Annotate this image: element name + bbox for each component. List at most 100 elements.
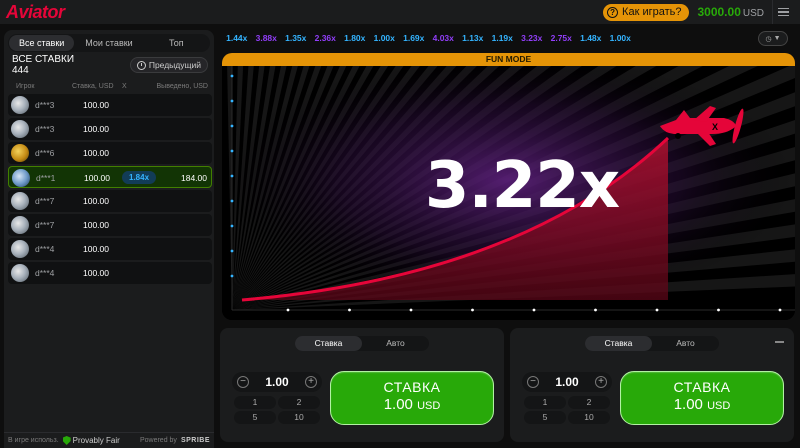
col-player: Игрок (16, 83, 35, 90)
bet-amount-stepper[interactable]: − 1.00 + (232, 372, 322, 392)
svg-text:X: X (712, 122, 718, 132)
player-name: d***4 (35, 268, 55, 278)
table-row: d***4 100.00 (8, 262, 212, 284)
game-canvas: FUN MODE X 3.22x (222, 53, 795, 320)
y-axis-dot (230, 274, 234, 278)
provably-fair-link[interactable]: Provably Fair (62, 436, 120, 445)
history-multiplier[interactable]: 4.03x (429, 33, 459, 43)
history-multiplier[interactable]: 1.35x (281, 33, 311, 43)
bet-panel-1: Ставка Авто − 1.00 + 1 2 5 10 СТАВКА 1.0… (220, 328, 504, 442)
quick-amount-10[interactable]: 10 (568, 411, 610, 424)
history-dropdown-button[interactable]: ◷ ▼ (758, 31, 788, 46)
all-bets-count: 444 (12, 65, 29, 76)
x-axis-dot (348, 308, 351, 312)
bet-amount: 100.00 (83, 100, 109, 110)
x-axis-dot (778, 308, 782, 312)
quick-amount-5[interactable]: 5 (524, 411, 566, 424)
all-bets-header: ВСЕ СТАВКИ 444 (12, 54, 74, 76)
tab-auto[interactable]: Авто (652, 336, 719, 351)
bet-amount: 100.00 (83, 244, 109, 254)
y-axis-dot (230, 224, 234, 228)
bet-mode-toggle: Ставка Авто (295, 336, 429, 351)
table-row: d***6 100.00 (8, 142, 212, 164)
increase-bet-button[interactable]: + (305, 376, 317, 388)
aviator-logo: Aviator (6, 1, 65, 22)
bet-button-amount-line: 1.00 USD (621, 396, 783, 413)
history-multiplier[interactable]: 1.80x (340, 33, 370, 43)
bet-button-amount: 1.00 (673, 396, 703, 413)
history-multiplier[interactable]: 1.00x (606, 33, 636, 43)
bet-amount-value[interactable]: 1.00 (252, 375, 302, 389)
y-axis-dot (230, 249, 234, 253)
hamburger-menu-button[interactable] (772, 0, 794, 24)
table-row: d***7 100.00 (8, 214, 212, 236)
menu-line (778, 11, 789, 13)
quick-amount-2[interactable]: 2 (568, 396, 610, 409)
quick-amount-2[interactable]: 2 (278, 396, 320, 409)
quick-amount-1[interactable]: 1 (524, 396, 566, 409)
history-multiplier[interactable]: 1.13x (458, 33, 488, 43)
history-multiplier[interactable]: 1.19x (488, 33, 518, 43)
player-name: d***3 (35, 124, 55, 134)
history-multiplier[interactable]: 1.00x (370, 33, 400, 43)
cashout-amount: 184.00 (181, 173, 207, 183)
tab-my-bets[interactable]: Мои ставки (76, 35, 141, 51)
history-multiplier[interactable]: 3.88x (252, 33, 282, 43)
balance-display: 3000.00 USD (697, 5, 764, 19)
y-axis-dot (230, 199, 234, 203)
x-axis-dot (655, 308, 659, 312)
table-row: d***4 100.00 (8, 238, 212, 260)
provably-fair-label: Provably Fair (72, 436, 120, 445)
all-bets-title: ВСЕ СТАВКИ (12, 54, 75, 65)
tab-top[interactable]: Топ (144, 35, 209, 51)
y-axis-dot (230, 149, 234, 153)
bet-amount-value[interactable]: 1.00 (542, 375, 592, 389)
bets-column-headers: Игрок Ставка, USD X Выведено, USD (4, 81, 214, 93)
bet-amount: 100.00 (83, 124, 109, 134)
player-name: d***3 (35, 100, 55, 110)
history-multiplier[interactable]: 1.69x (399, 33, 429, 43)
y-axis-dot (230, 74, 234, 78)
x-axis-dot (717, 308, 720, 312)
history-multiplier[interactable]: 3.23x (517, 33, 547, 43)
bets-panel: Все ставки Мои ставки Топ ВСЕ СТАВКИ 444… (4, 30, 214, 448)
history-multiplier[interactable]: 1.48x (576, 33, 606, 43)
table-row: d***3 100.00 (8, 118, 212, 140)
avatar (11, 192, 29, 210)
bet-panel-2: Ставка Авто − 1.00 + 1 2 5 10 СТАВКА 1.0… (510, 328, 794, 442)
place-bet-button[interactable]: СТАВКА 1.00 USD (620, 371, 784, 425)
quick-amount-10[interactable]: 10 (278, 411, 320, 424)
bet-amount-stepper[interactable]: − 1.00 + (522, 372, 612, 392)
header-right: ? Как играть? 3000.00 USD (603, 0, 794, 24)
history-multiplier[interactable]: 2.75x (547, 33, 577, 43)
bet-button-amount: 1.00 (383, 396, 413, 413)
history-multiplier[interactable]: 1.44x (222, 33, 252, 43)
quick-amount-1[interactable]: 1 (234, 396, 276, 409)
balance-currency: USD (742, 8, 764, 19)
top-header: Aviator ? Как играть? 3000.00 USD (0, 0, 800, 24)
tab-auto[interactable]: Авто (362, 336, 429, 351)
history-multiplier[interactable]: 2.36x (311, 33, 341, 43)
avatar (11, 120, 29, 138)
remove-panel-button[interactable] (775, 341, 784, 343)
how-to-play-button[interactable]: ? Как играть? (603, 3, 690, 21)
avatar (11, 240, 29, 258)
place-bet-button[interactable]: СТАВКА 1.00 USD (330, 371, 494, 425)
bet-amount: 100.00 (83, 220, 109, 230)
decrease-bet-button[interactable]: − (237, 376, 249, 388)
tab-all-bets[interactable]: Все ставки (9, 35, 75, 51)
quick-amount-5[interactable]: 5 (234, 411, 276, 424)
tab-bet[interactable]: Ставка (585, 336, 652, 351)
player-name: d***1 (36, 173, 56, 183)
round-history: 1.44x 3.88x 1.35x 2.36x 1.80x 1.00x 1.69x 4.03x… (222, 30, 754, 46)
powered-by-label: Powered by (139, 437, 177, 444)
bet-button-amount-line: 1.00 USD (331, 396, 493, 413)
menu-line (778, 14, 789, 17)
col-bet: Ставка, USD (72, 83, 114, 90)
tab-bet[interactable]: Ставка (295, 336, 362, 351)
aviator-app: Aviator ? Как играть? 3000.00 USD Все ста… (0, 0, 800, 448)
previous-round-button[interactable]: Предыдущий (129, 57, 208, 73)
decrease-bet-button[interactable]: − (527, 376, 539, 388)
increase-bet-button[interactable]: + (595, 376, 607, 388)
previous-label: Предыдущий (148, 60, 201, 70)
